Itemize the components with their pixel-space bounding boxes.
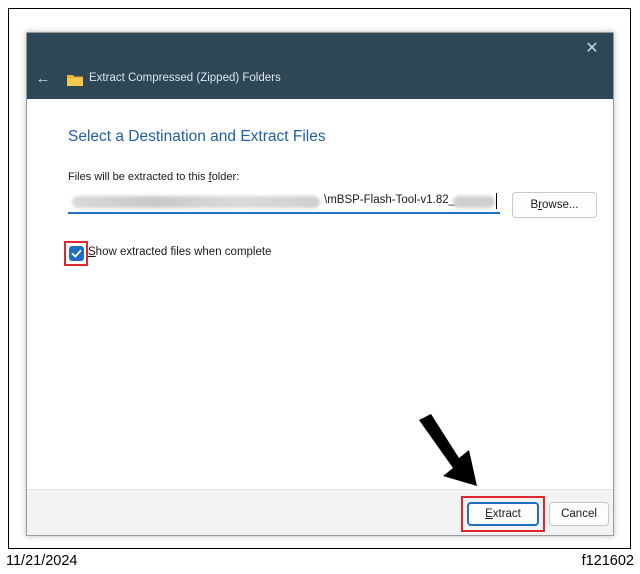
- dialog-footer: Extract Cancel: [27, 489, 613, 535]
- show-files-label[interactable]: Show extracted files when complete: [88, 246, 271, 258]
- obscured-path-segment: [72, 196, 320, 208]
- destination-path-input[interactable]: \mBSP-Flash-Tool-v1.82_: [68, 190, 500, 214]
- dialog-content: Select a Destination and Extract Files F…: [27, 99, 613, 490]
- browse-button[interactable]: Browse...: [512, 192, 597, 218]
- page-heading: Select a Destination and Extract Files: [68, 128, 326, 145]
- zip-folder-icon: [67, 75, 83, 86]
- pointer-arrow-icon: [419, 414, 477, 486]
- destination-path-text: \mBSP-Flash-Tool-v1.82_: [324, 194, 456, 206]
- title-bar: ✕ ← Extract Compressed (Zipped) Folders: [27, 33, 613, 99]
- dialog-title: Extract Compressed (Zipped) Folders: [89, 72, 281, 84]
- cancel-button[interactable]: Cancel: [549, 502, 609, 526]
- arrow-left-icon[interactable]: ←: [33, 69, 53, 89]
- close-icon[interactable]: ✕: [577, 37, 607, 61]
- text-caret: [496, 193, 497, 209]
- destination-label: Files will be extracted to this folder:: [68, 171, 240, 183]
- extract-dialog: ✕ ← Extract Compressed (Zipped) Folders …: [26, 32, 614, 536]
- extract-highlight-box: [461, 496, 545, 532]
- footer-date: 11/21/2024: [6, 553, 78, 569]
- obscured-path-tail: [453, 196, 495, 208]
- checkbox-highlight-box: [64, 241, 88, 266]
- footer-figure-code: f121602: [581, 553, 634, 569]
